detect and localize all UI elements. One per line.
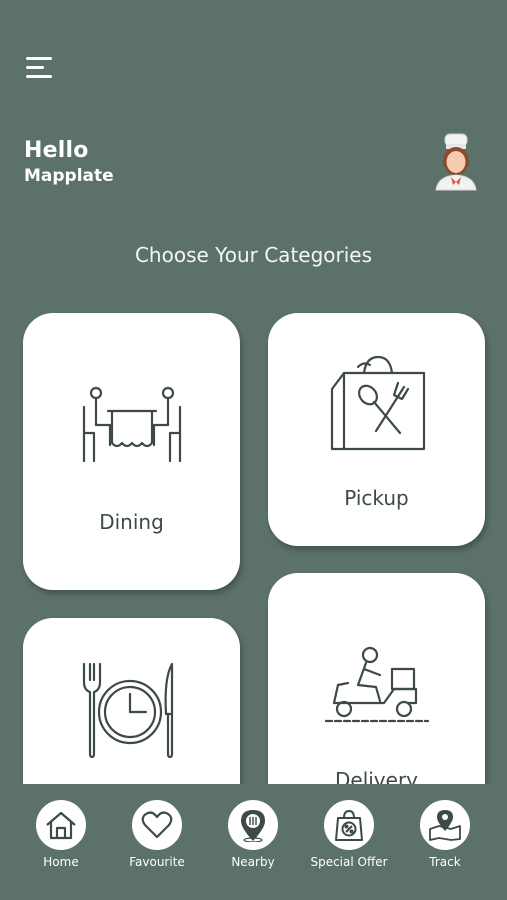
nav-item-home[interactable]: Home — [13, 800, 109, 869]
category-card-dining[interactable]: Dining — [23, 313, 240, 590]
plate-clock-cutlery-icon — [82, 662, 174, 758]
location-pin-icon — [241, 810, 265, 842]
menu-line — [26, 75, 52, 78]
menu-line — [26, 66, 44, 69]
map-track-icon — [429, 810, 461, 841]
offer-bag-icon — [335, 810, 363, 841]
nav-icon-circle — [324, 800, 374, 850]
nav-label: Track — [429, 855, 461, 869]
category-label: Pickup — [344, 486, 409, 510]
bottom-navigation: Home Favourite Nearby Special Offer Trac… — [0, 784, 507, 900]
greeting-text: Hello — [24, 138, 89, 163]
category-label: Dining — [99, 510, 164, 534]
nav-icon-circle — [420, 800, 470, 850]
category-card-pickup[interactable]: Pickup — [268, 313, 485, 546]
categories-grid[interactable]: Dining Pickup Delivery — [0, 300, 507, 784]
avatar[interactable] — [432, 132, 480, 192]
heart-icon — [141, 811, 173, 839]
category-label: Delivery — [334, 768, 419, 784]
category-card-delivery[interactable]: Delivery — [268, 573, 485, 784]
shopping-bag-cutlery-icon — [330, 355, 426, 451]
category-card-plate[interactable] — [23, 618, 240, 784]
nav-icon-circle — [36, 800, 86, 850]
nav-item-nearby[interactable]: Nearby — [205, 800, 301, 869]
home-icon — [46, 811, 76, 840]
nav-icon-circle — [228, 800, 278, 850]
nav-item-track[interactable]: Track — [397, 800, 493, 869]
menu-line — [26, 57, 52, 60]
nav-item-special-offer[interactable]: Special Offer — [301, 800, 397, 869]
chef-avatar-icon — [435, 133, 477, 191]
nav-icon-circle — [132, 800, 182, 850]
dining-table-icon — [82, 386, 182, 463]
nav-label: Favourite — [129, 855, 185, 869]
scooter-delivery-icon — [324, 646, 430, 723]
section-title: Choose Your Categories — [134, 243, 373, 267]
username: Mapplate — [24, 166, 114, 186]
menu-button[interactable] — [26, 57, 56, 79]
nav-label: Home — [43, 855, 79, 869]
nav-item-favourite[interactable]: Favourite — [109, 800, 205, 869]
greeting: Hello Mapplate — [24, 138, 114, 186]
nav-label: Special Offer — [310, 855, 388, 869]
nav-label: Nearby — [231, 855, 275, 869]
